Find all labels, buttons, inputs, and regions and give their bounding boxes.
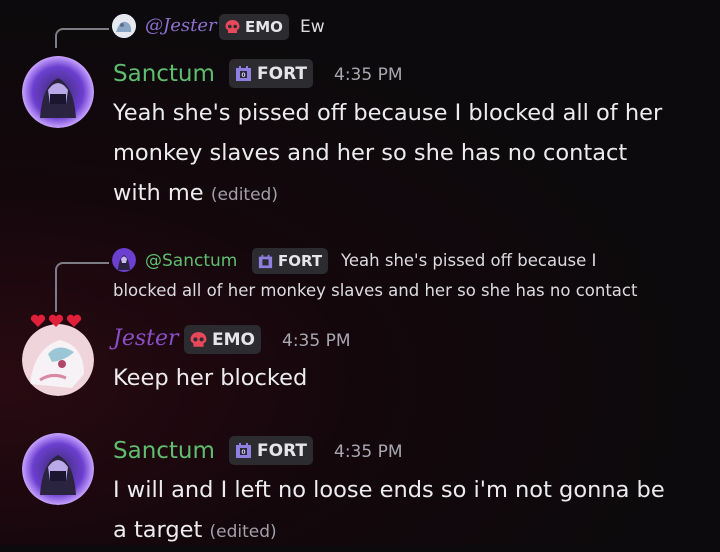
role-tag-label: EMO: [245, 18, 283, 36]
reply-preview-text-continued[interactable]: blocked all of her monkey slaves and her…: [113, 281, 637, 300]
avatar-sanctum[interactable]: [22, 56, 94, 128]
role-tag-emo: EMO: [184, 325, 261, 354]
svg-text:0: 0: [241, 72, 245, 79]
role-tag-fort: FORT: [252, 248, 329, 274]
role-tag-fort: 0 FORT: [229, 436, 313, 465]
reply-connector: [55, 262, 109, 312]
reply-preview-text[interactable]: Ew: [300, 17, 325, 37]
timestamp: 4:35 PM: [334, 65, 403, 85]
reply-avatar-jester[interactable]: [112, 14, 136, 38]
svg-text:0: 0: [241, 449, 245, 456]
author-name-jester[interactable]: Jester: [113, 326, 179, 351]
skull-icon: [225, 20, 240, 33]
author-name-sanctum[interactable]: Sanctum: [113, 61, 215, 87]
reply-author-sanctum[interactable]: @Sanctum: [145, 251, 237, 271]
reply-author-jester[interactable]: @Jester: [145, 15, 217, 36]
role-tag-fort: 0 FORT: [229, 59, 313, 88]
message-line: Yeah she's pissed off because I blocked …: [113, 100, 663, 126]
timestamp: 4:35 PM: [334, 442, 403, 462]
edited-indicator: (edited): [209, 522, 277, 542]
role-tag-label: FORT: [257, 440, 307, 461]
author-name-sanctum[interactable]: Sanctum: [113, 438, 215, 464]
avatar-jester[interactable]: [22, 324, 94, 396]
reply-connector: [55, 28, 109, 48]
edited-indicator: (edited): [210, 185, 278, 205]
reply-preview-text[interactable]: Yeah she's pissed off because I: [341, 251, 596, 270]
role-tag-emo: EMO: [219, 14, 289, 40]
message-content: Keep her blocked: [113, 358, 713, 398]
avatar-sanctum[interactable]: [22, 433, 94, 505]
heart-decorations: [30, 314, 82, 328]
message-line: with me (edited): [113, 173, 713, 215]
heart-icon: [66, 314, 82, 327]
reply-avatar-sanctum[interactable]: [112, 248, 136, 272]
message-content: I will and I left no loose ends so i'm n…: [113, 470, 713, 552]
message-line: a target (edited): [113, 510, 713, 552]
timestamp: 4:35 PM: [282, 331, 351, 351]
message-content: Yeah she's pissed off because I blocked …: [113, 93, 713, 215]
heart-icon: [30, 314, 46, 327]
role-tag-label: FORT: [278, 252, 323, 270]
message-line-text: a target: [113, 517, 203, 543]
role-tag-label: FORT: [257, 63, 307, 84]
castle-icon: 0: [236, 443, 251, 458]
castle-icon: 0: [236, 66, 251, 81]
message-line: monkey slaves and her so she has no cont…: [113, 140, 628, 166]
castle-icon: [258, 254, 273, 268]
message-line: I will and I left no loose ends so i'm n…: [113, 477, 665, 503]
role-tag-label: EMO: [212, 329, 255, 350]
message-line-text: with me: [113, 180, 204, 206]
skull-icon: [190, 331, 207, 347]
message-line: Keep her blocked: [113, 365, 308, 391]
heart-icon: [48, 314, 64, 327]
